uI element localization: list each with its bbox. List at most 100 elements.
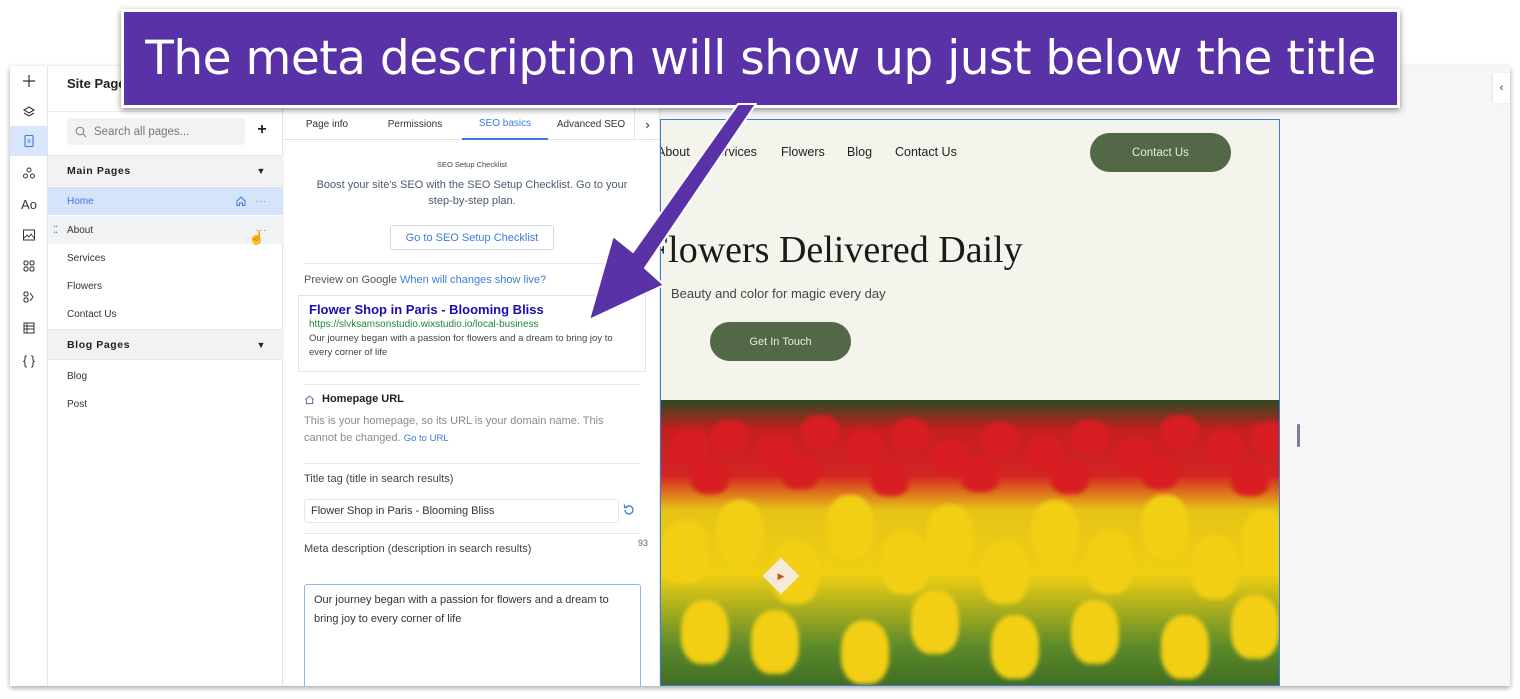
collapse-panel-button[interactable]: ‹ [1493, 73, 1510, 103]
business-apps-icon [23, 291, 34, 303]
left-tool-rail: Ao { } [10, 66, 48, 686]
red-tulip [711, 420, 749, 454]
rail-layers-button[interactable] [10, 97, 48, 127]
settings-tabs: Page info Permissions SEO basics Advance… [284, 108, 660, 140]
rail-code-button[interactable]: { } [10, 345, 48, 375]
changes-live-link[interactable]: When will changes show live? [400, 274, 546, 286]
nav-link-flowers[interactable]: Flowers [781, 145, 825, 159]
red-tulip [891, 418, 929, 452]
nav-link-blog[interactable]: Blog [847, 145, 872, 159]
preview-label-text: Preview on Google [304, 274, 397, 286]
yellow-tulip [881, 530, 929, 594]
character-count: 93 [638, 538, 649, 548]
yellow-tulip [716, 500, 764, 564]
rail-pages-button[interactable] [10, 126, 48, 156]
homepage-url-heading: Homepage URL [304, 393, 404, 405]
page-icon [24, 134, 34, 148]
rail-theme-button[interactable]: Ao [10, 189, 48, 219]
rail-apps-button[interactable] [10, 251, 48, 281]
annotation-text: The meta description will show up just b… [145, 31, 1376, 86]
yellow-tulip [1086, 530, 1134, 594]
meta-description-input[interactable]: Our journey began with a passion for flo… [304, 584, 641, 686]
tulips-video-background[interactable]: ▶ [661, 400, 1279, 685]
title-tag-input[interactable]: Flower Shop in Paris - Blooming Bliss [304, 499, 619, 523]
red-tulip [1051, 460, 1089, 494]
yellow-tulip [981, 540, 1029, 604]
plus-icon [23, 75, 35, 87]
page-item-blog[interactable]: Blog [48, 362, 283, 390]
yellow-tulip [1241, 510, 1279, 574]
canvas-resize-handle[interactable] [1297, 424, 1300, 447]
add-page-button[interactable]: + [255, 121, 269, 139]
site-canvas[interactable]: About Services Flowers Blog Contact Us C… [660, 119, 1280, 686]
page-item-home[interactable]: Home ··· [48, 187, 283, 215]
page-item-contact-us[interactable]: Contact Us [48, 300, 283, 328]
typography-icon: Ao [21, 196, 37, 212]
site-pages-panel: Site Pages Search all pages... + Main Pa… [48, 66, 283, 686]
get-in-touch-button[interactable]: Get In Touch [710, 322, 851, 361]
rail-cms-button[interactable] [10, 313, 48, 343]
rail-add-button[interactable] [10, 66, 48, 96]
divider [304, 463, 640, 464]
play-icon: ▶ [777, 570, 785, 581]
search-placeholder: Search all pages... [94, 125, 190, 138]
chevron-right-icon[interactable]: › [634, 108, 660, 140]
caret-down-icon[interactable]: ▼ [256, 166, 266, 176]
divider [304, 263, 640, 264]
red-tulip [1161, 415, 1199, 449]
yellow-tulip [1161, 615, 1209, 679]
tab-page-info[interactable]: Page info [284, 108, 370, 140]
nav-link-contact-us[interactable]: Contact Us [895, 145, 957, 159]
nav-link-services[interactable]: Services [709, 145, 757, 159]
yellow-tulip [681, 600, 729, 664]
section-blog-pages[interactable]: Blog Pages ▼ [48, 329, 283, 360]
yellow-tulip [661, 520, 709, 584]
components-icon [23, 167, 35, 179]
tab-seo-basics[interactable]: SEO basics [462, 108, 548, 140]
drag-handle-icon[interactable]: ⁚⁚ [53, 225, 58, 236]
divider [304, 384, 640, 385]
go-to-checklist-button[interactable]: Go to SEO Setup Checklist [390, 225, 554, 250]
caret-down-icon[interactable]: ▼ [256, 340, 266, 350]
yellow-tulip [826, 495, 874, 559]
red-tulip [781, 455, 819, 489]
layers-icon [22, 106, 36, 117]
section-title: Blog Pages [67, 338, 131, 351]
page-label: Post [67, 398, 88, 410]
apps-grid-icon [23, 260, 35, 272]
yellow-tulip [841, 620, 889, 684]
divider [304, 533, 640, 534]
google-preview-label: Preview on Google When will changes show… [304, 274, 546, 286]
red-tulip [1071, 420, 1109, 454]
page-label: Services [67, 252, 106, 264]
editor-window: Ao { } Site Pages Search all pages... + … [10, 66, 1510, 686]
page-item-services[interactable]: Services [48, 244, 283, 272]
divider [48, 111, 282, 112]
reset-icon[interactable] [622, 503, 636, 517]
nav-link-about[interactable]: About [661, 145, 690, 159]
contact-us-button[interactable]: Contact Us [1090, 133, 1231, 172]
page-item-post[interactable]: Post [48, 390, 283, 418]
search-pages-input[interactable]: Search all pages... [67, 118, 245, 145]
rail-media-button[interactable] [10, 220, 48, 250]
tab-advanced-seo[interactable]: Advanced SEO [548, 108, 634, 140]
section-main-pages[interactable]: Main Pages ▼ [48, 155, 283, 186]
google-preview-title: Flower Shop in Paris - Blooming Bliss [309, 302, 544, 317]
page-label: Blog [67, 370, 88, 382]
red-tulip [871, 462, 909, 496]
page-item-about[interactable]: ⁚⁚ About ··· ☝ [48, 216, 283, 245]
yellow-tulip [1191, 535, 1239, 599]
title-tag-label: Title tag (title in search results) [304, 473, 454, 485]
homepage-url-description: This is your homepage, so its URL is you… [304, 413, 624, 447]
screenshot-stage: Ao { } Site Pages Search all pages... + … [0, 0, 1520, 699]
yellow-tulip [1141, 495, 1189, 559]
tab-permissions[interactable]: Permissions [370, 108, 460, 140]
red-tulip [691, 460, 729, 494]
rail-components-button[interactable] [10, 158, 48, 188]
yellow-tulip [1031, 500, 1079, 564]
go-to-url-link[interactable]: Go to URL [404, 433, 449, 444]
more-options-icon[interactable]: ··· [256, 196, 268, 207]
google-preview-description: Our journey began with a passion for flo… [309, 333, 613, 358]
page-item-flowers[interactable]: Flowers [48, 272, 283, 300]
rail-business-apps-button[interactable] [10, 282, 48, 312]
